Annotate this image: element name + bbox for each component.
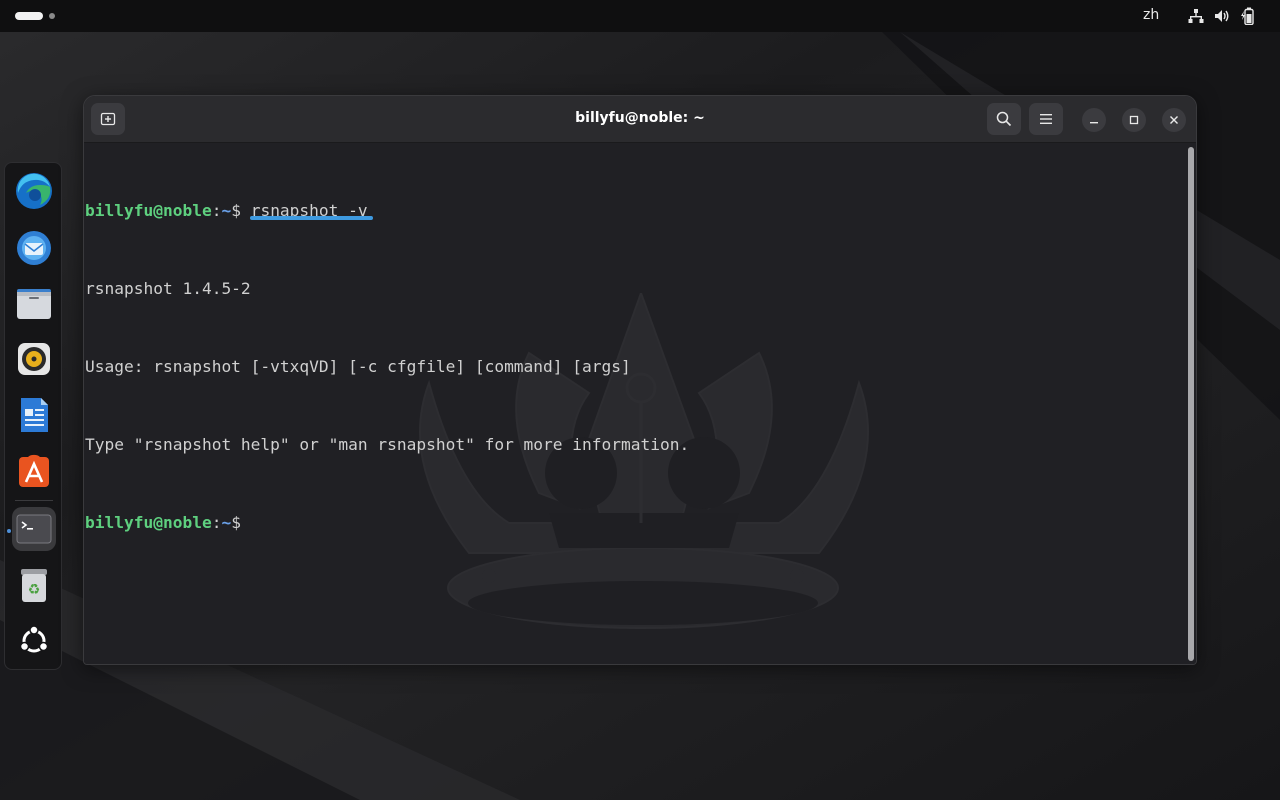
- dock-item-trash[interactable]: ♻: [12, 563, 56, 607]
- dock-separator: [15, 500, 53, 501]
- minimize-button[interactable]: [1082, 108, 1106, 132]
- workspace-active-indicator: [15, 12, 43, 20]
- maximize-button[interactable]: [1122, 108, 1146, 132]
- svg-text:♻: ♻: [28, 582, 41, 598]
- search-button[interactable]: [987, 103, 1021, 135]
- search-icon: [996, 111, 1012, 127]
- dock-item-show-apps[interactable]: [12, 619, 56, 663]
- dock-item-app-center[interactable]: [12, 449, 56, 493]
- battery-icon: [1241, 7, 1254, 25]
- terminal-window: billyfu@noble: ~ billyfu@noble:~$ rsnaps…: [83, 95, 1197, 665]
- dock-item-edge[interactable]: [12, 169, 56, 213]
- ubuntu-apps-icon: [19, 625, 49, 653]
- terminal-line-prompt: billyfu@noble:~$: [85, 510, 689, 536]
- terminal-line-output: Usage: rsnapshot [-vtxqVD] [-c cfgfile] …: [85, 357, 631, 376]
- dock-item-rhythmbox[interactable]: [12, 337, 56, 381]
- terminal-content[interactable]: billyfu@noble:~$ rsnapshot -v rsnapshot …: [84, 143, 1196, 664]
- workspace-indicator: [49, 13, 55, 19]
- minimize-icon: [1090, 122, 1098, 124]
- dock-item-terminal[interactable]: [12, 507, 56, 551]
- dock-item-writer[interactable]: [12, 393, 56, 437]
- hamburger-menu-icon: [1040, 114, 1052, 124]
- terminal-line-output: rsnapshot 1.4.5-2: [85, 279, 251, 298]
- dock-item-files[interactable]: [12, 281, 56, 325]
- terminal-line-command: billyfu@noble:~$ rsnapshot -v: [85, 198, 689, 224]
- prompt-colon: :: [211, 201, 222, 220]
- system-tray[interactable]: [1188, 7, 1256, 25]
- edge-icon: [16, 173, 52, 209]
- volume-icon: [1215, 10, 1229, 22]
- thunderbird-icon: [17, 231, 51, 265]
- input-method-indicator[interactable]: zh: [1143, 7, 1159, 23]
- activities-button[interactable]: [15, 12, 55, 20]
- menu-button[interactable]: [1029, 103, 1063, 135]
- terminal-line-output: Type "rsnapshot help" or "man rsnapshot"…: [85, 435, 690, 454]
- files-icon: [17, 289, 51, 319]
- network-icon: [1188, 9, 1204, 23]
- close-button[interactable]: [1162, 108, 1186, 132]
- prompt-colon: :: [211, 513, 222, 532]
- prompt-path: ~: [221, 201, 232, 220]
- terminal-scrollbar[interactable]: [1188, 147, 1194, 661]
- maximize-icon: [1129, 115, 1139, 125]
- app-center-icon: [19, 454, 49, 487]
- terminal-icon: [16, 514, 52, 544]
- rhythmbox-icon: [18, 343, 50, 375]
- writer-icon: [21, 398, 48, 432]
- close-icon: [1170, 116, 1178, 124]
- running-app-indicator: [7, 529, 11, 533]
- command-highlight-underline: [250, 216, 373, 220]
- terminal-output: billyfu@noble:~$ rsnapshot -v rsnapshot …: [85, 146, 689, 588]
- top-bar: zh: [0, 0, 1280, 32]
- dock-item-thunderbird[interactable]: [12, 225, 56, 269]
- window-titlebar[interactable]: billyfu@noble: ~: [84, 96, 1196, 143]
- prompt-user: billyfu@noble: [85, 513, 212, 532]
- prompt-user: billyfu@noble: [85, 201, 212, 220]
- dock: ♻: [4, 162, 62, 670]
- prompt-symbol: $: [231, 513, 241, 532]
- prompt-path: ~: [221, 513, 232, 532]
- prompt-symbol: $: [231, 201, 241, 220]
- trash-icon: ♻: [21, 569, 47, 602]
